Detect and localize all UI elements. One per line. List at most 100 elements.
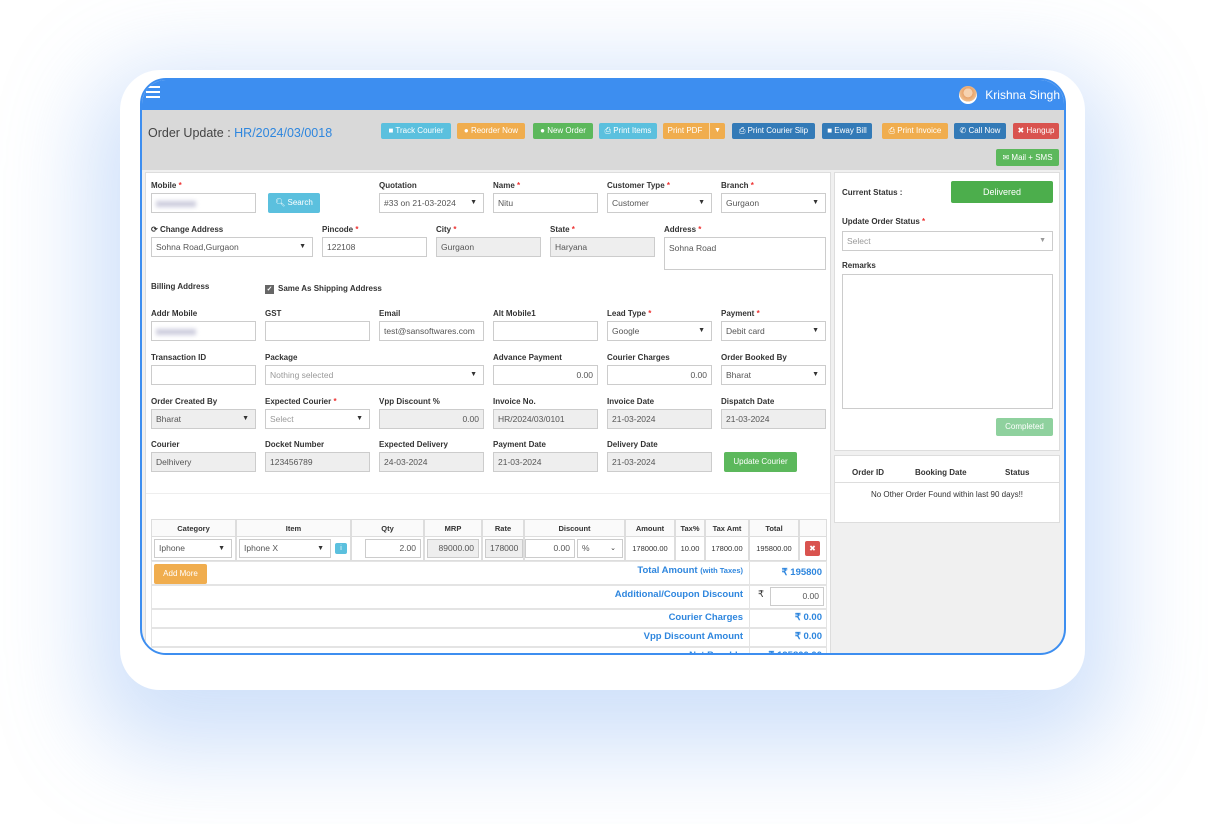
call-now-button[interactable]: ✆ Call Now [954, 123, 1006, 139]
update-courier-button[interactable]: Update Courier [724, 452, 797, 472]
required-asterisk: * [571, 225, 575, 234]
email-label: Email [379, 309, 400, 318]
mail-sms-button[interactable]: ✉ Mail + SMS [996, 149, 1059, 166]
table-header-amount: Amount [625, 519, 675, 537]
mobile-label: Mobile * [151, 181, 182, 190]
required-asterisk: * [517, 181, 521, 190]
avatar [959, 86, 978, 104]
field-value: 21-03-2024 [612, 457, 656, 467]
required-asterisk: * [666, 181, 670, 190]
print-pdf-button[interactable]: Print PDF ▼ [663, 123, 725, 139]
gst-input[interactable] [265, 321, 370, 341]
expected-delivery-label: Expected Delivery [379, 440, 448, 449]
hangup-button[interactable]: ✖ Hangup [1013, 123, 1059, 139]
button-label: Print Items [613, 126, 652, 135]
table-header-discount: Discount [524, 519, 625, 537]
completed-button[interactable]: Completed [996, 418, 1053, 436]
summary-label: Courier Charges [668, 612, 743, 623]
label-text: Vpp Discount % [379, 397, 440, 406]
print-courier-slip-button[interactable]: ⎙ Print Courier Slip [732, 123, 815, 139]
button-label: Print Courier Slip [747, 126, 809, 135]
required-asterisk: * [178, 181, 182, 190]
transaction-id-input[interactable] [151, 365, 256, 385]
email-input[interactable]: test@sansoftwares.com [379, 321, 484, 341]
addr-mobile-input[interactable] [151, 321, 256, 341]
label-text: Expected Courier [265, 397, 332, 406]
advance-payment-input[interactable]: 0.00 [493, 365, 598, 385]
discount-input[interactable]: 0.00 [525, 539, 575, 558]
label-text: Courier [151, 440, 180, 449]
transaction-id-label: Transaction ID [151, 353, 206, 362]
no-orders-message: No Other Order Found within last 90 days… [870, 490, 1024, 499]
remarks-textarea[interactable] [842, 274, 1053, 409]
alt-mobile1-input[interactable] [493, 321, 598, 341]
payment-select[interactable]: Debit card ▼ [721, 321, 826, 341]
amount-value: 178000.00 [632, 544, 668, 553]
update-status-select[interactable]: Select ▼ [842, 231, 1053, 251]
mobile-input[interactable] [151, 193, 256, 213]
search-button[interactable]: 🔍︎ Search [268, 193, 320, 213]
label-text: Customer Type [607, 181, 665, 190]
customer-type-select[interactable]: Customer ▼ [607, 193, 712, 213]
field-value: 123456789 [270, 457, 313, 467]
print-items-button[interactable]: ⎙ Print Items [599, 123, 657, 139]
required-asterisk: * [648, 309, 652, 318]
caret-down-icon[interactable]: ▼ [709, 123, 725, 139]
pincode-input[interactable]: 122108 [322, 237, 427, 257]
branch-select[interactable]: Gurgaon ▼ [721, 193, 826, 213]
courier-charges-value: ₹ 0.00 [794, 612, 822, 623]
courier-input: Delhivery [151, 452, 256, 472]
courier-charges-label: Courier Charges [669, 612, 743, 623]
quotation-select[interactable]: #33 on 21-03-2024 ▼ [379, 193, 484, 213]
new-order-button[interactable]: ● New Order [533, 123, 593, 139]
lead-type-select[interactable]: Google ▼ [607, 321, 712, 341]
city-label: City * [436, 225, 456, 234]
delete-row-button[interactable]: ✖ [805, 541, 820, 556]
same-as-shipping-checkbox[interactable]: ✓ Same As Shipping Address [265, 284, 382, 294]
label-text: Transaction ID [151, 353, 207, 362]
order-booked-by-select[interactable]: Bharat ▼ [721, 365, 826, 385]
package-select[interactable]: Nothing selected ▼ [265, 365, 484, 385]
address-input[interactable]: Sohna Road [664, 237, 826, 270]
name-input[interactable]: Nitu [493, 193, 598, 213]
field-value: Google [612, 326, 640, 336]
change-address-select[interactable]: Sohna Road,Gurgaon ▼ [151, 237, 313, 257]
coupon-discount-input[interactable]: 0.00 [770, 587, 824, 606]
summary-row [151, 647, 750, 653]
checkbox-icon[interactable]: ✓ [265, 285, 274, 294]
item-select[interactable]: Iphone X ▼ [239, 539, 331, 558]
print-icon: ⎙ [888, 126, 898, 135]
field-value: 24-03-2024 [384, 457, 428, 467]
label-text: Delivery Date [607, 440, 658, 449]
required-asterisk: * [333, 397, 337, 406]
qty-input[interactable]: 2.00 [365, 539, 421, 558]
courier-charges-input[interactable]: 0.00 [607, 365, 712, 385]
print-invoice-button[interactable]: ⎙ Print Invoice [882, 123, 948, 139]
top-navbar: Krishna Singh [142, 80, 1064, 110]
chevron-down-icon: ▼ [698, 327, 705, 334]
expected-courier-select[interactable]: Select ▼ [265, 409, 370, 429]
label-text: Order Booked By [721, 353, 787, 362]
discount-type-select[interactable]: % ⌄ [577, 539, 623, 558]
track-courier-button[interactable]: ■ Track Courier [381, 123, 451, 139]
field-value: 122108 [327, 242, 356, 252]
field-value: 0.00 [553, 543, 570, 553]
customer-type-label: Customer Type * [607, 181, 670, 190]
eway-bill-button[interactable]: ■ Eway Bill [822, 123, 872, 139]
label-text: Expected Delivery [379, 440, 448, 449]
summary-label: Vpp Discount Amount [643, 631, 743, 642]
reorder-now-button[interactable]: ● Reorder Now [457, 123, 525, 139]
summary-suffix: (with Taxes) [700, 566, 743, 575]
info-icon[interactable]: i [335, 543, 347, 554]
order-created-by-label: Order Created By [151, 397, 217, 406]
refresh-icon[interactable]: ⟳ [151, 225, 160, 234]
checkbox-label: Same As Shipping Address [278, 284, 382, 293]
dispatch-date-input: 21-03-2024 [721, 409, 826, 429]
user-menu[interactable]: Krishna Singh [959, 86, 1060, 104]
vpp-discount-amount-value: ₹ 0.00 [794, 631, 822, 642]
field-value: 2.00 [399, 543, 416, 553]
state-label: State * [550, 225, 575, 234]
hamburger-menu-icon[interactable] [146, 86, 160, 101]
category-select[interactable]: Iphone ▼ [154, 539, 232, 558]
chevron-down-icon: ▼ [470, 371, 477, 378]
